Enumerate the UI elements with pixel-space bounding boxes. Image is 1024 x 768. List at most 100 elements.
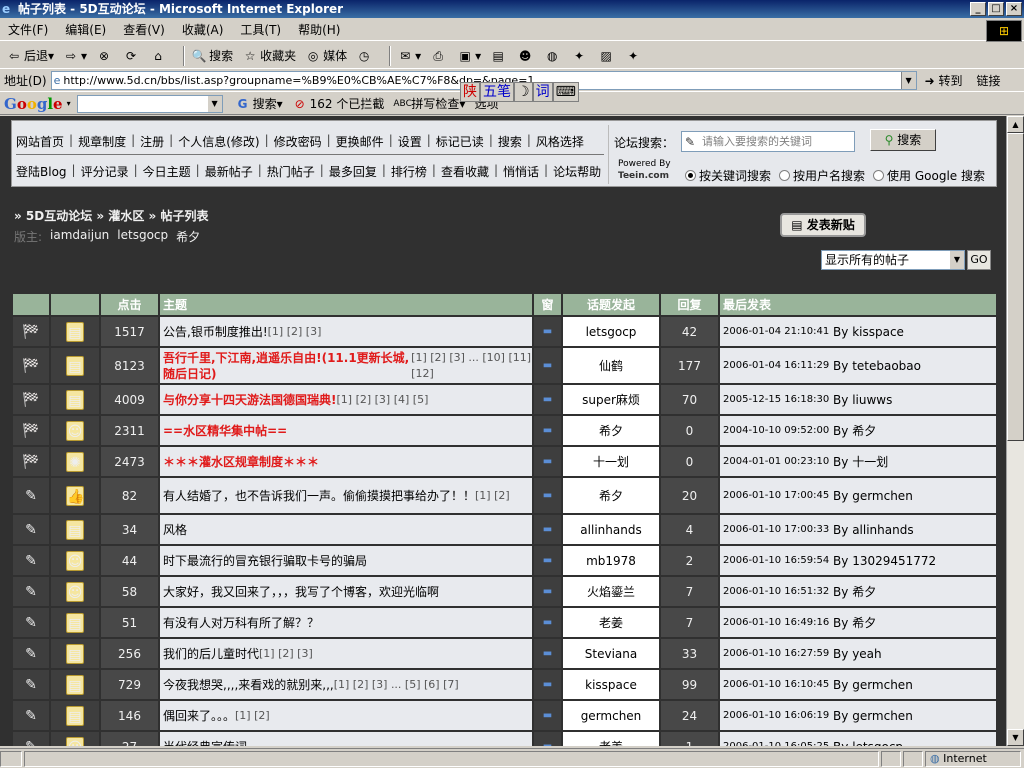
history-button[interactable]: ◷ <box>356 48 374 64</box>
ime-mode[interactable]: 陕 <box>460 82 480 102</box>
discuss-button[interactable]: ▤ <box>490 48 508 64</box>
nav-favorites[interactable]: 查看收藏 <box>441 163 489 180</box>
topic-page-links[interactable]: [1] [2] [3] <box>268 324 322 340</box>
nav-blog[interactable]: 登陆Blog <box>16 163 67 180</box>
favorites-button[interactable]: ☆ 收藏夹 <box>242 47 296 64</box>
nav-most-replies[interactable]: 最多回复 <box>329 163 377 180</box>
plugin-button[interactable]: ✦ <box>571 48 589 64</box>
topic-page-links[interactable]: [1] [2] [3] ... [5] [6] [7] <box>334 677 459 693</box>
menu-tools[interactable]: 工具(T) <box>240 21 281 38</box>
new-window-icon[interactable]: ▬ <box>543 555 552 566</box>
moderator-link[interactable]: iamdaijun <box>50 228 109 245</box>
ime-wubi[interactable]: 五笔 <box>480 82 514 102</box>
topic-title[interactable]: 与你分享十四天游法国德国瑞典! <box>163 392 336 408</box>
topic-author[interactable]: 老姜 <box>599 614 623 631</box>
last-post-user[interactable]: By 13029451772 <box>833 554 936 568</box>
vertical-scrollbar[interactable]: ▲ ▼ <box>1006 116 1024 746</box>
new-window-icon[interactable]: ▬ <box>543 394 552 405</box>
back-button[interactable]: ⇦ 后退 ▾ <box>6 47 54 64</box>
close-button[interactable]: × <box>1006 2 1022 16</box>
google-search-button[interactable]: G 搜索 ▾ <box>235 95 283 112</box>
topic-author[interactable]: Steviana <box>585 647 637 661</box>
new-window-icon[interactable]: ▬ <box>543 360 552 371</box>
new-window-icon[interactable]: ▬ <box>543 456 552 467</box>
topic-author[interactable]: 老姜 <box>599 738 623 746</box>
new-window-icon[interactable]: ▬ <box>543 741 552 746</box>
last-post-user[interactable]: By allinhands <box>833 523 914 537</box>
topic-page-links[interactable]: [1] [2] [3] ... [10] [11] [12] <box>411 350 532 382</box>
go-button[interactable]: ➜ 转到 <box>925 72 963 89</box>
topic-title[interactable]: 大家好，我又回来了，，，我写了个博客，欢迎光临啊 <box>163 584 439 600</box>
topic-title[interactable]: 风格 <box>163 522 187 538</box>
messenger-button[interactable]: ☻ <box>517 48 535 64</box>
scroll-up-icon[interactable]: ▲ <box>1007 116 1024 133</box>
last-post-user[interactable]: By tetebaobao <box>833 359 921 373</box>
topic-title[interactable]: 公告,银币制度推出! <box>163 324 268 340</box>
topic-title[interactable]: ==水区精华集中帖== <box>163 423 287 439</box>
radio-google[interactable] <box>873 170 885 181</box>
moderator-link[interactable]: 希夕 <box>176 228 200 245</box>
last-post-user[interactable]: By germchen <box>833 489 913 503</box>
nav-profile[interactable]: 个人信息(修改) <box>178 133 259 150</box>
topic-author[interactable]: 十一划 <box>593 453 629 470</box>
topic-title[interactable]: 有没有人对万科有所了解？？ <box>163 615 319 631</box>
stop-button[interactable]: ⊗ <box>96 48 114 64</box>
last-post-user[interactable]: By 十一划 <box>833 453 888 470</box>
nav-register[interactable]: 注册 <box>140 133 164 150</box>
nav-style[interactable]: 风格选择 <box>536 133 584 150</box>
new-post-button[interactable]: ▤ 发表新贴 <box>780 213 866 237</box>
topic-title[interactable]: 我们的后儿童时代 <box>163 646 259 662</box>
topic-page-links[interactable]: [1] [2] <box>475 488 510 504</box>
nav-ranking[interactable]: 排行榜 <box>391 163 427 180</box>
refresh-button[interactable]: ⟳ <box>123 48 141 64</box>
topic-author[interactable]: 希夕 <box>599 487 623 504</box>
ime-moon-icon[interactable]: ☽ <box>514 82 533 102</box>
new-window-icon[interactable]: ▬ <box>543 648 552 659</box>
breadcrumb[interactable]: » 5D互动论坛 » 灌水区 » 帖子列表 <box>14 207 208 224</box>
nav-today[interactable]: 今日主题 <box>143 163 191 180</box>
home-button[interactable]: ⌂ <box>150 48 168 64</box>
nav-hot[interactable]: 热门帖子 <box>267 163 315 180</box>
nav-search[interactable]: 搜索 <box>498 133 522 150</box>
search-button[interactable]: 🔍 搜索 <box>191 47 234 64</box>
powered-brand[interactable]: Teein.com <box>618 171 669 181</box>
maximize-button[interactable]: □ <box>988 2 1004 16</box>
forum-search-input[interactable]: ✎ 请输入要搜索的关键词 <box>681 131 855 152</box>
topic-title[interactable]: 吾行千里,下江南,逍遥乐自由!(11.1更新长城,随后日记) <box>163 350 411 382</box>
google-dropdown-icon[interactable]: ▼ <box>207 95 222 112</box>
topic-page-links[interactable]: [1] [2] <box>235 708 270 724</box>
topic-author[interactable]: letsgocp <box>586 325 637 339</box>
menu-file[interactable]: 文件(F) <box>8 21 48 38</box>
topic-title[interactable]: 今夜我想哭,,,,来看戏的就别来,,, <box>163 677 334 693</box>
nav-help[interactable]: 论坛帮助 <box>553 163 601 180</box>
nav-email[interactable]: 更换邮件 <box>336 133 384 150</box>
research-button[interactable]: ◍ <box>544 48 562 64</box>
new-window-icon[interactable]: ▬ <box>543 326 552 337</box>
google-search-input[interactable]: ▼ <box>76 94 223 113</box>
nav-home[interactable]: 网站首页 <box>16 133 64 150</box>
new-window-icon[interactable]: ▬ <box>543 710 552 721</box>
radio-username[interactable] <box>779 170 791 181</box>
last-post-user[interactable]: By 希夕 <box>833 422 876 439</box>
menu-view[interactable]: 查看(V) <box>123 21 165 38</box>
topic-title[interactable]: 有人结婚了，也不告诉我们一声。偷偷摸摸把事给办了！！ <box>163 488 475 504</box>
address-dropdown-icon[interactable]: ▼ <box>900 72 916 89</box>
last-post-user[interactable]: By yeah <box>833 647 882 661</box>
edit-button[interactable]: ▣ ▾ <box>457 48 481 64</box>
nav-password[interactable]: 修改密码 <box>274 133 322 150</box>
topic-author[interactable]: kisspace <box>585 678 637 692</box>
new-window-icon[interactable]: ▬ <box>543 524 552 535</box>
print-button[interactable]: ⎙ <box>430 48 448 64</box>
minimize-button[interactable]: _ <box>970 2 986 16</box>
topic-title[interactable]: ＊＊＊灌水区规章制度＊＊＊ <box>163 454 319 470</box>
topic-page-links[interactable]: [1] [2] [3] <box>259 646 313 662</box>
last-post-user[interactable]: By 希夕 <box>833 583 876 600</box>
scroll-down-icon[interactable]: ▼ <box>1007 729 1024 746</box>
last-post-user[interactable]: By liuwws <box>833 393 892 407</box>
topic-title[interactable]: 时下最流行的冒充银行骗取卡号的骗局 <box>163 553 367 569</box>
nav-mark-read[interactable]: 标记已读 <box>436 133 484 150</box>
topic-page-links[interactable]: [1] [2] [3] [4] [5] <box>336 392 428 408</box>
topic-author[interactable]: 火焰鎏兰 <box>587 583 635 600</box>
new-window-icon[interactable]: ▬ <box>543 425 552 436</box>
popup-blocker-button[interactable]: ⊘ 162 个已拦截 <box>292 95 385 112</box>
